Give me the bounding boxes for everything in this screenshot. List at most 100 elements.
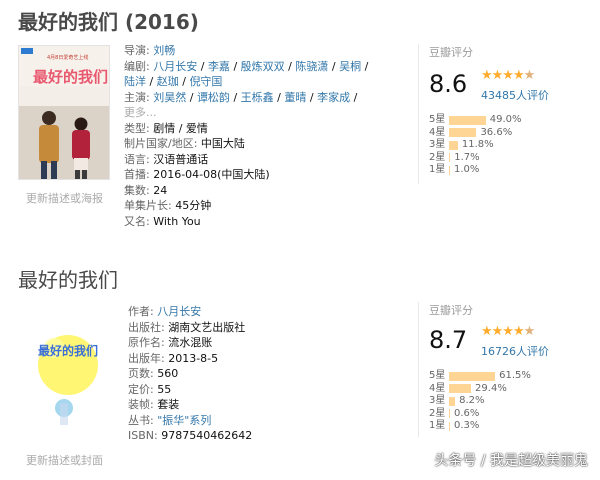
rating-percent: 8.2% [459, 395, 485, 406]
pages-label: 页数: [128, 367, 154, 380]
rating-bar-row: 3星 11.8% [429, 139, 522, 152]
more-row: 更多... [124, 105, 368, 121]
author-row: 作者: 八月长安 [128, 304, 252, 320]
rating-bar [449, 153, 451, 163]
director-label: 导演: [124, 44, 150, 57]
cast-link[interactable]: 刘昊然 [153, 91, 186, 104]
poster-name-text: 最好的我们 [33, 68, 108, 86]
more-cast-link[interactable]: 更多... [124, 106, 157, 119]
rating-level-label: 3星 [429, 395, 446, 406]
series-label: 丛书: [128, 413, 154, 427]
price-row: 定价: 55 [128, 382, 252, 398]
cast-link[interactable]: 李家成 [317, 91, 350, 104]
movie-score: 8.6 [429, 70, 468, 98]
isbn-label: ISBN: [128, 429, 158, 442]
rating-bar-row: 4星 36.6% [429, 127, 522, 140]
writer-link[interactable]: 陈骁潇 [295, 60, 328, 73]
rating-bar-row: 4星 29.4% [429, 383, 531, 396]
episodes-label: 集数: [124, 183, 150, 197]
writers-row-cont: 陆洋 / 赵珈 / 倪守国 [124, 75, 223, 88]
pubyear-row: 出版年: 2013-8-5 [128, 351, 252, 367]
rating-bar [449, 165, 450, 175]
pubyear-label: 出版年: [128, 351, 165, 365]
writer-link[interactable]: 殷炼双双 [241, 60, 285, 73]
original-row: 原作名: 流水混账 [128, 335, 252, 351]
rating-bar [449, 384, 472, 394]
rating-percent: 36.6% [480, 126, 513, 138]
cast-label: 主演: [124, 90, 150, 104]
rating-percent: 29.4% [475, 382, 507, 394]
region-label: 制片国家/地区: [124, 137, 198, 150]
update-cover-link[interactable]: 更新描述或封面 [26, 452, 103, 468]
author-link[interactable]: 八月长安 [157, 305, 201, 318]
update-poster-link[interactable]: 更新描述或海报 [26, 190, 103, 206]
writer-link[interactable]: 李嘉 [208, 60, 230, 73]
cast-link[interactable]: 谭松韵 [197, 91, 230, 104]
pages-row: 页数: 560 [128, 366, 252, 382]
rating-bar-row: 5星 49.0% [429, 114, 522, 127]
series-link[interactable]: "振华"系列 [157, 414, 211, 427]
aka-label: 又名: [124, 214, 150, 228]
publisher-row: 出版社: 湖南文艺出版社 [128, 320, 252, 336]
rating-percent: 0.3% [454, 420, 480, 431]
writer-link[interactable]: 陆洋 [124, 75, 146, 88]
director-link[interactable]: 刘畅 [153, 44, 175, 57]
book-votes-link[interactable]: 16726人评价 [481, 343, 549, 359]
rating-bar [449, 371, 496, 381]
writers-row: 编剧: 八月长安 / 李嘉 / 殷炼双双 / 陈骁潇 / 吴桐 / [124, 59, 369, 73]
rating-bar-row: 2星 0.6% [429, 408, 531, 421]
writer-link[interactable]: 倪守国 [189, 75, 222, 88]
rating-percent: 1.7% [454, 151, 480, 163]
movie-poster-image: 4月8日爱奇艺上线 最好的我们 [19, 46, 109, 179]
book-cover-image: 最好的我们 [24, 303, 112, 443]
book-info: 作者: 八月长安 出版社: 湖南文艺出版社 原作名: 流水混账 出版年: 201… [128, 304, 252, 444]
pubyear-value: 2013-8-5 [168, 351, 219, 365]
price-label: 定价: [128, 382, 154, 396]
book-rating-header: 豆瓣评分 [429, 304, 473, 317]
half-star-icon: ★ [523, 68, 536, 83]
movie-info: 导演: 刘畅 编剧: 八月长安 / 李嘉 / 殷炼双双 / 陈骁潇 / 吴桐 /… [124, 43, 368, 229]
writer-link[interactable]: 吴桐 [339, 60, 361, 73]
movie-votes-link[interactable]: 43485人评价 [481, 87, 549, 103]
director-row: 导演: 刘畅 [124, 43, 368, 59]
rating-level-label: 5星 [429, 114, 446, 125]
cover-name-text: 最好的我们 [38, 343, 98, 358]
rating-bar [449, 409, 450, 419]
language-label: 语言: [124, 152, 150, 166]
writers-label: 编剧: [124, 59, 150, 73]
book-score: 8.7 [429, 326, 468, 354]
rating-level-label: 4星 [429, 382, 446, 394]
author-label: 作者: [128, 305, 154, 318]
book-cover[interactable]: 最好的我们 [24, 303, 112, 443]
rating-level-label: 2星 [429, 151, 446, 163]
rating-bar [449, 115, 486, 125]
rating-bar [449, 128, 477, 138]
genre-value: 剧情 / 爱情 [153, 121, 208, 135]
movie-poster[interactable]: 4月8日爱奇艺上线 最好的我们 [18, 45, 110, 180]
rating-level-label: 1星 [429, 420, 446, 431]
isbn-value: 9787540462642 [161, 429, 253, 442]
star-icon: ★★★★ [481, 324, 525, 339]
rating-percent: 49.0% [489, 114, 522, 125]
premiere-label: 首播: [124, 168, 150, 181]
rating-bar-row: 1星 1.0% [429, 164, 522, 177]
runtime-label: 单集片长: [124, 199, 172, 212]
writer-link[interactable]: 赵珈 [157, 75, 179, 88]
movie-stars: ★★★★★ [481, 68, 536, 83]
price-value: 55 [157, 382, 172, 396]
aka-row: 又名: With You [124, 214, 368, 230]
rating-bar-row: 5星 61.5% [429, 370, 531, 383]
cast-row: 主演: 刘昊然 / 谭松韵 / 王栎鑫 / 董晴 / 李家成 / [124, 90, 358, 104]
rating-bar-row: 1星 0.3% [429, 420, 531, 433]
movie-rating-bars: 5星 49.0% 4星 36.6% 3星 11.8% 2星 1.7% 1星 1.0% [429, 114, 522, 177]
rating-percent: 11.8% [461, 139, 494, 150]
rating-percent: 0.6% [454, 407, 480, 419]
rating-level-label: 4星 [429, 126, 446, 138]
movie-title: 最好的我们 (2016) [18, 10, 199, 34]
cast-link[interactable]: 董晴 [284, 91, 306, 104]
rating-bar-row: 2星 1.7% [429, 152, 522, 165]
book-title: 最好的我们 [18, 268, 118, 292]
cast-link[interactable]: 王栎鑫 [241, 91, 274, 104]
rating-level-label: 1星 [429, 164, 446, 175]
writer-link[interactable]: 八月长安 [153, 60, 197, 73]
